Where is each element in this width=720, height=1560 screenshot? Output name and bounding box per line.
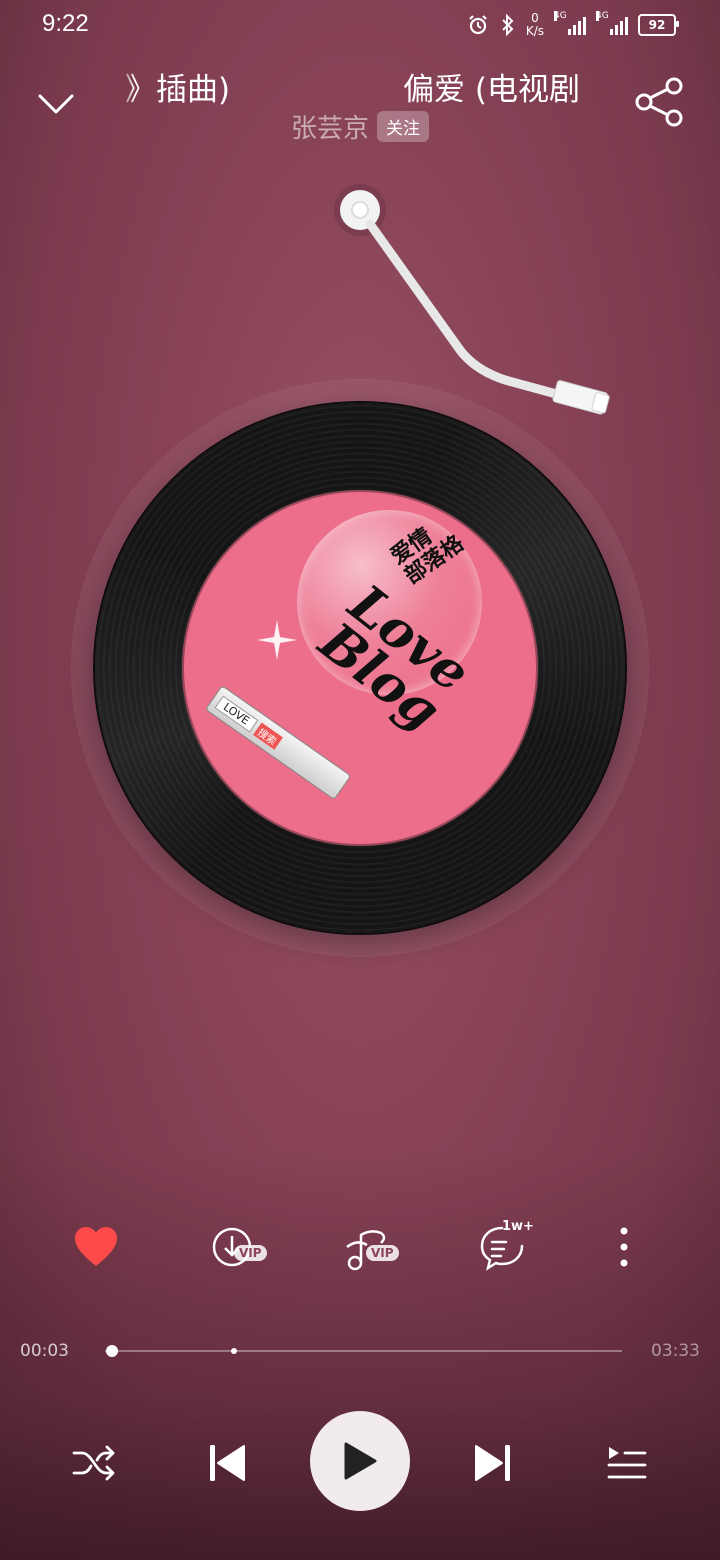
status-bar: 9:22 0 K/s 4G 4G 92 — [0, 0, 720, 52]
like-button[interactable] — [66, 1215, 126, 1279]
skip-next-icon — [475, 1445, 510, 1481]
battery-icon: 92 — [638, 14, 679, 36]
artist-row: 张芸京 关注 — [0, 108, 720, 145]
more-button[interactable] — [604, 1215, 644, 1279]
previous-button[interactable] — [200, 1437, 252, 1489]
seek-thumb[interactable] — [106, 1345, 119, 1357]
signal-icon: 4G — [554, 11, 586, 35]
action-bar: VIP VIP 1w+ — [0, 1215, 720, 1285]
follow-button[interactable]: 关注 — [377, 111, 429, 142]
player-header: 》插曲) 偏爱 (电视剧 张芸京 关注 — [0, 56, 720, 156]
total-time: 03:33 — [651, 1341, 700, 1361]
download-button[interactable]: VIP — [200, 1215, 270, 1279]
signal-icon: 4G — [596, 11, 628, 35]
comments-button[interactable]: 1w+ — [466, 1215, 538, 1279]
heart-icon — [75, 1227, 117, 1266]
song-title-marquee: 》插曲) 偏爱 (电视剧 — [120, 64, 600, 108]
song-title-tail: 》插曲) — [125, 72, 231, 108]
cover-search-graphic: LOVE 搜索 — [204, 685, 352, 801]
play-button[interactable] — [310, 1411, 410, 1511]
sparkle-icon — [257, 620, 297, 660]
share-button[interactable] — [634, 76, 686, 128]
song-title-head: 偏爱 (电视剧 — [403, 72, 580, 108]
current-time: 00:03 — [20, 1341, 69, 1361]
vinyl-record[interactable]: 爱情 部落格 Love Blog LOVE 搜索 — [95, 403, 625, 933]
buffer-marker — [231, 1348, 238, 1354]
playback-controls — [0, 1405, 720, 1515]
artist-name[interactable]: 张芸京 — [291, 108, 369, 145]
playlist-button[interactable] — [598, 1437, 654, 1489]
network-speed: 0 K/s — [525, 11, 544, 38]
comment-count: 1w+ — [502, 1219, 534, 1234]
vip-badge: VIP — [234, 1245, 267, 1261]
next-button[interactable] — [468, 1437, 520, 1489]
tonearm — [334, 184, 610, 415]
playlist-icon — [607, 1447, 647, 1479]
seek-track[interactable] — [105, 1345, 622, 1357]
shuffle-button[interactable] — [66, 1437, 122, 1489]
bluetooth-icon — [502, 13, 514, 37]
marquee-fade — [586, 64, 600, 108]
album-cover: 爱情 部落格 Love Blog LOVE 搜索 — [182, 490, 538, 846]
shuffle-icon — [72, 1445, 115, 1481]
status-time: 9:22 — [42, 10, 89, 37]
play-icon — [344, 1442, 377, 1480]
share-icon — [635, 77, 683, 127]
status-icons: 0 K/s 4G 4G 92 — [466, 10, 679, 40]
alarm-icon — [469, 15, 487, 35]
sound-effect-button[interactable]: VIP — [330, 1215, 402, 1279]
progress-bar: 00:03 03:33 — [0, 1335, 720, 1367]
turntable: 爱情 部落格 Love Blog LOVE 搜索 — [0, 180, 720, 980]
marquee-fade — [120, 64, 134, 108]
skip-previous-icon — [210, 1445, 245, 1481]
more-vertical-icon — [620, 1227, 628, 1267]
vip-badge: VIP — [366, 1245, 399, 1261]
